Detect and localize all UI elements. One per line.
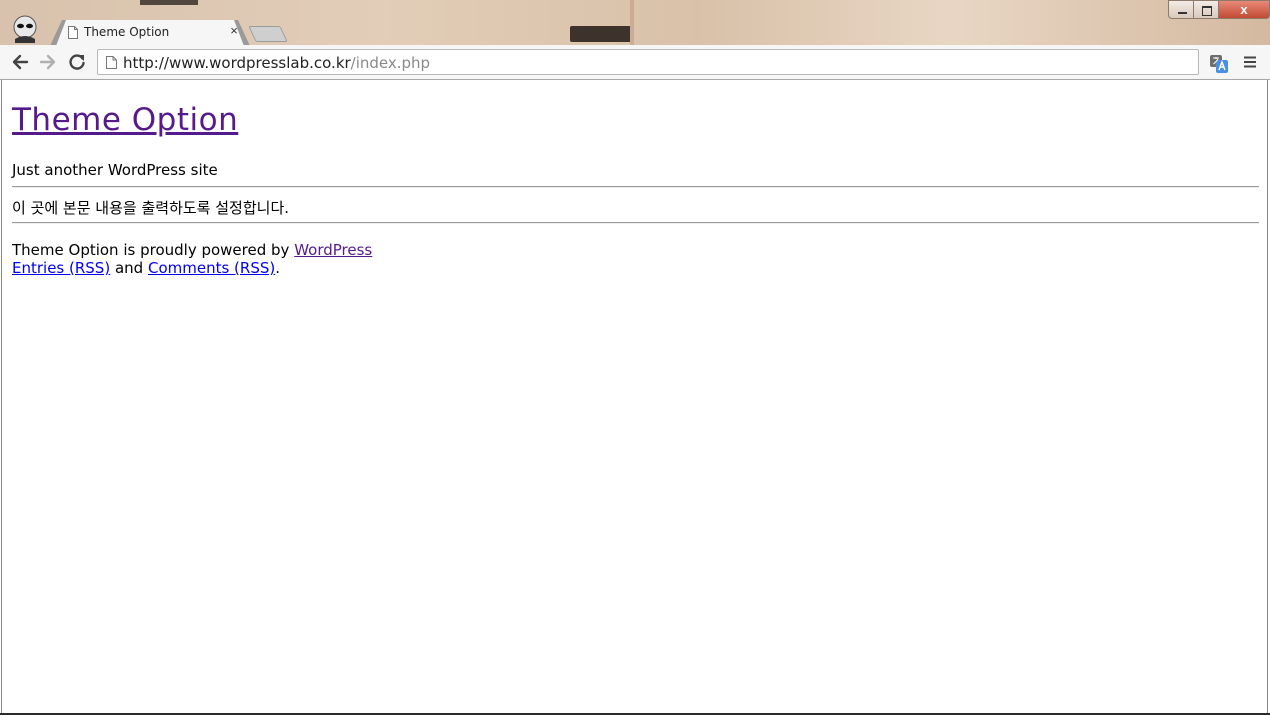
comments-rss-link[interactable]: Comments (RSS)	[148, 259, 275, 277]
background-decoration	[140, 0, 198, 5]
url-text: http://www.wordpresslab.co.kr/index.php	[123, 54, 430, 72]
new-tab-button[interactable]	[248, 26, 288, 42]
background-decoration	[630, 0, 634, 45]
window-close-icon: x	[1240, 2, 1248, 17]
and-text: and	[114, 259, 144, 277]
reload-icon[interactable]	[67, 52, 87, 72]
page-viewport: Theme Option Just another WordPress site…	[1, 80, 1268, 713]
address-bar[interactable]: http://www.wordpresslab.co.kr/index.php	[97, 49, 1199, 75]
browser-toolbar: http://www.wordpresslab.co.kr/index.php	[0, 45, 1270, 80]
page-icon	[106, 56, 117, 69]
url-path: /index.php	[350, 54, 431, 72]
forward-arrow-icon[interactable]	[38, 52, 58, 72]
translate-icon[interactable]	[1209, 54, 1229, 74]
minimize-button[interactable]	[1168, 0, 1194, 19]
back-arrow-icon[interactable]	[10, 52, 30, 72]
footer-feeds: Entries (RSS) and Comments (RSS).	[12, 259, 280, 277]
close-icon[interactable]: ×	[228, 24, 240, 38]
site-tagline: Just another WordPress site	[12, 161, 218, 179]
entries-rss-link[interactable]: Entries (RSS)	[12, 259, 110, 277]
wordpress-link[interactable]: WordPress	[294, 241, 372, 259]
site-title-link[interactable]: Theme Option	[12, 102, 238, 138]
footer-powered-by: Theme Option is proudly powered by WordP…	[12, 241, 372, 259]
window-close-button[interactable]: x	[1218, 0, 1270, 19]
page-icon	[68, 26, 78, 39]
divider	[12, 186, 1259, 188]
background-decoration	[570, 26, 634, 42]
powered-by-text: Theme Option is proudly powered by	[12, 241, 290, 259]
divider	[12, 222, 1259, 224]
main-content: 이 곳에 본문 내용을 출력하도록 설정합니다.	[12, 199, 290, 217]
url-host: http://www.wordpresslab.co.kr	[123, 54, 351, 72]
maximize-button[interactable]	[1193, 0, 1219, 19]
footer-period: .	[275, 259, 281, 277]
menu-icon[interactable]	[1243, 55, 1257, 69]
tab-title: Theme Option	[84, 25, 170, 39]
avatar-icon[interactable]	[12, 15, 38, 43]
